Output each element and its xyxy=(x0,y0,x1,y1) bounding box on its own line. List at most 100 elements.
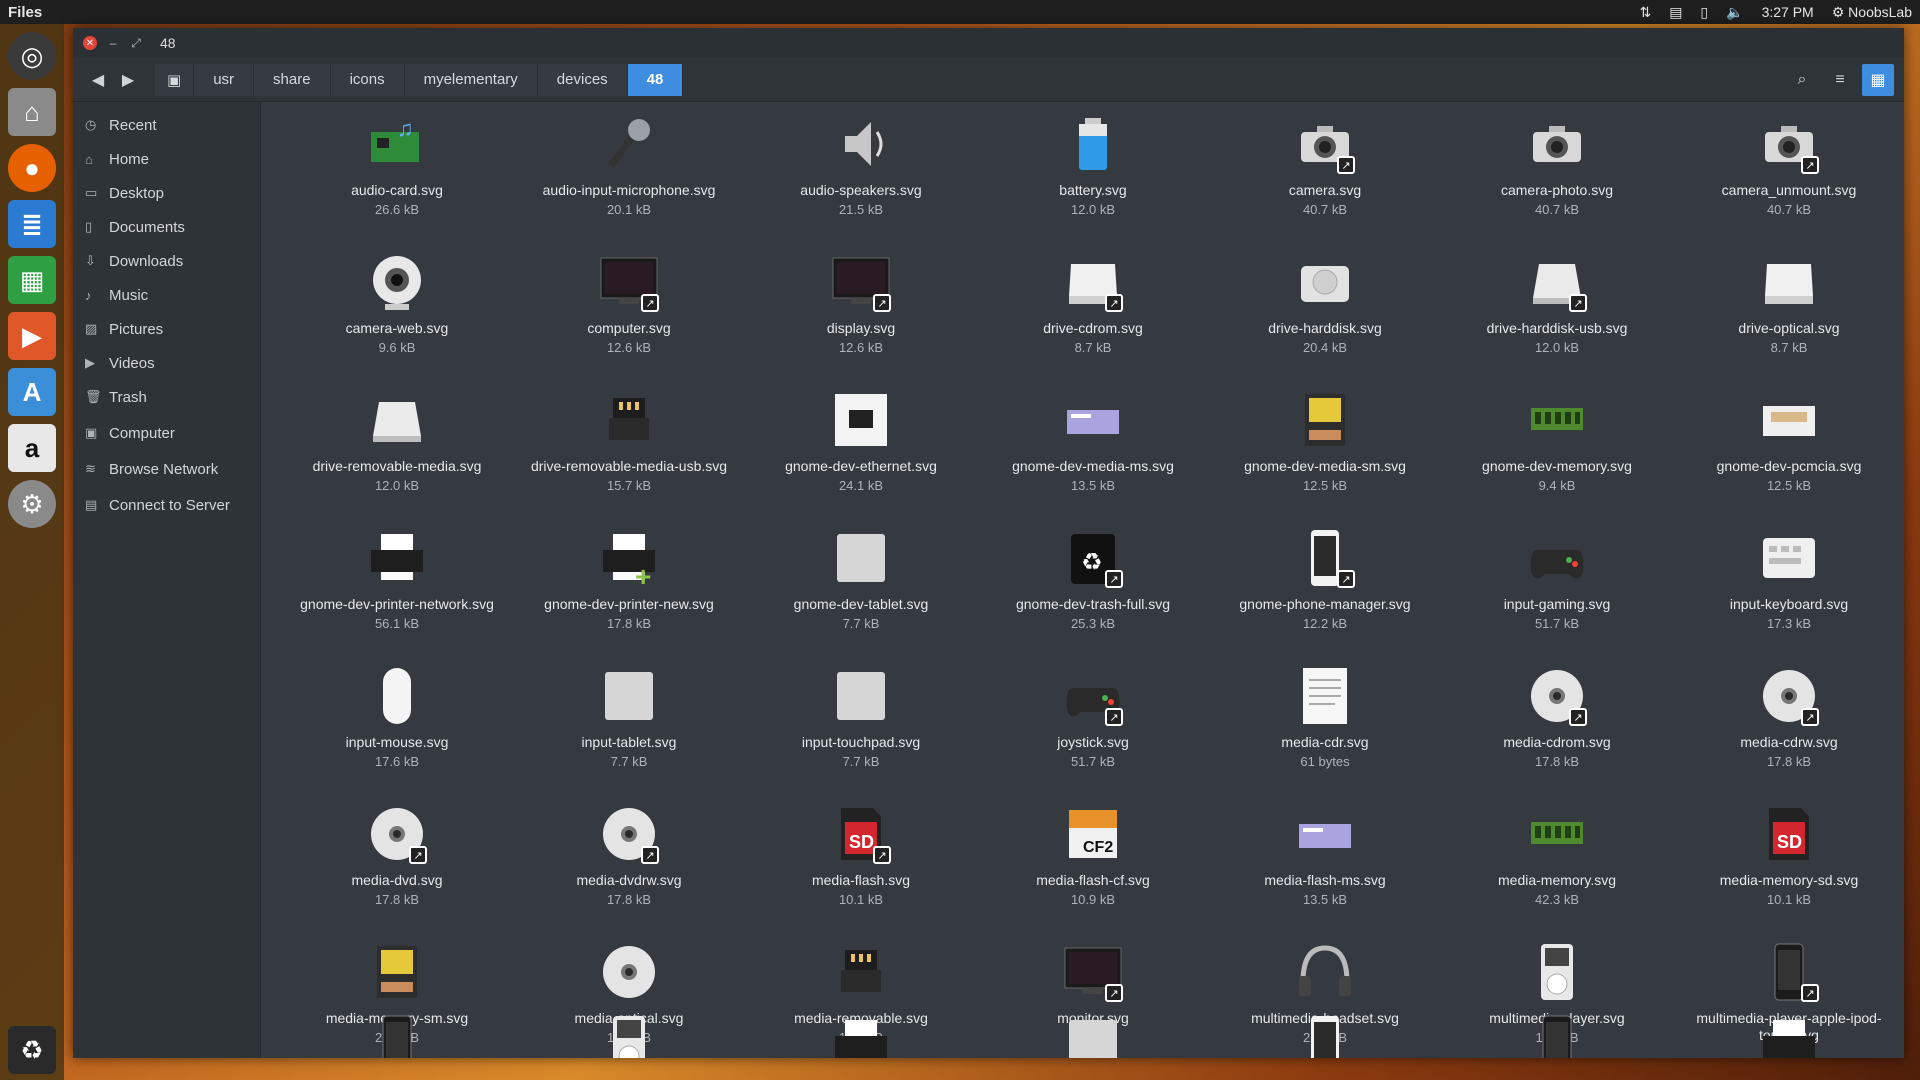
file-item[interactable]: gnome-dev-media-sm.svg 12.5 kB xyxy=(1209,388,1441,518)
file-item[interactable]: ↗ media-cdrom.svg 17.8 kB xyxy=(1441,664,1673,794)
settings-icon[interactable]: ⚙ xyxy=(8,480,56,528)
file-item[interactable]: gnome-dev-ethernet.svg 24.1 kB xyxy=(745,388,977,518)
disc-icon: ↗ xyxy=(597,802,661,866)
ubuntu-dash-icon[interactable]: ◎ xyxy=(8,32,56,80)
file-item[interactable]: SD media-memory-sd.svg 10.1 kB xyxy=(1673,802,1904,932)
file-item[interactable]: camera-photo.svg 40.7 kB xyxy=(1441,112,1673,242)
sidebar-item-computer[interactable]: ▣ Computer xyxy=(73,416,260,450)
file-item[interactable]: ↗ gnome-phone-manager.svg 12.2 kB xyxy=(1209,526,1441,656)
file-item[interactable]: CF2 media-flash-cf.svg 10.9 kB xyxy=(977,802,1209,932)
file-item[interactable]: gnome-dev-memory.svg 9.4 kB xyxy=(1441,388,1673,518)
file-item[interactable]: media-memory.svg 42.3 kB xyxy=(1441,802,1673,932)
file-item[interactable]: ↗ camera_unmount.svg 40.7 kB xyxy=(1673,112,1904,242)
sidebar-item-trash[interactable]: 🗑 Trash xyxy=(73,380,260,414)
file-item[interactable]: drive-optical.svg 8.7 kB xyxy=(1673,250,1904,380)
file-item[interactable]: ↗ media-dvdrw.svg 17.8 kB xyxy=(513,802,745,932)
tablet-icon[interactable] xyxy=(977,1014,1209,1058)
files-launcher-icon[interactable]: ⌂ xyxy=(8,88,56,136)
file-item[interactable]: audio-speakers.svg 21.5 kB xyxy=(745,112,977,242)
symlink-arrow-icon: ↗ xyxy=(873,294,891,312)
app-menu-title[interactable]: Files xyxy=(8,4,42,21)
ipod-touch-icon[interactable] xyxy=(1441,1014,1673,1058)
sidebar-item-desktop[interactable]: ▭ Desktop xyxy=(73,176,260,210)
icon-grid: ♫ audio-card.svg 26.6 kB audio-input-microp… xyxy=(281,112,1884,1058)
file-name: joystick.svg xyxy=(1057,734,1129,750)
sidebar-item-pictures[interactable]: ▨ Pictures xyxy=(73,312,260,346)
minimize-icon[interactable]: – xyxy=(106,36,120,50)
file-item[interactable]: gnome-dev-pcmcia.svg 12.5 kB xyxy=(1673,388,1904,518)
file-item[interactable]: battery.svg 12.0 kB xyxy=(977,112,1209,242)
file-item[interactable]: drive-removable-media.svg 12.0 kB xyxy=(281,388,513,518)
breadcrumb-icons[interactable]: icons xyxy=(330,63,405,96)
file-item[interactable]: gnome-dev-media-ms.svg 13.5 kB xyxy=(977,388,1209,518)
firefox-icon[interactable]: ● xyxy=(8,144,56,192)
breadcrumb-devices[interactable]: devices xyxy=(537,63,628,96)
file-item[interactable]: ♫ audio-card.svg 26.6 kB xyxy=(281,112,513,242)
network-icon[interactable]: ⇅ xyxy=(1639,4,1651,21)
trash-launcher-icon[interactable]: ♻ xyxy=(8,1026,56,1074)
file-item[interactable]: input-tablet.svg 7.7 kB xyxy=(513,664,745,794)
printer-icon[interactable] xyxy=(745,1014,977,1058)
clock[interactable]: 3:27 PM xyxy=(1762,4,1814,20)
file-item[interactable]: ♻ ↗ gnome-dev-trash-full.svg 25.3 kB xyxy=(977,526,1209,656)
file-item[interactable]: ↗ camera.svg 40.7 kB xyxy=(1209,112,1441,242)
volume-icon[interactable]: 🔈 xyxy=(1726,4,1743,21)
file-item[interactable]: input-mouse.svg 17.6 kB xyxy=(281,664,513,794)
breadcrumb-root[interactable]: ▣ xyxy=(155,63,195,96)
software-center-icon[interactable]: A xyxy=(8,368,56,416)
keyboard-indicator-icon[interactable]: ▤ xyxy=(1669,4,1682,21)
battery-indicator-icon[interactable]: ▯ xyxy=(1700,4,1708,21)
sidebar-item-downloads[interactable]: ⇩ Downloads xyxy=(73,244,260,278)
file-item[interactable]: ↗ display.svg 12.6 kB xyxy=(745,250,977,380)
sidebar-item-videos[interactable]: ▶ Videos xyxy=(73,346,260,380)
sidebar-item-browse-network[interactable]: ≋ Browse Network xyxy=(73,452,260,486)
gear-icon: ⚙ xyxy=(1831,3,1845,20)
breadcrumb-usr[interactable]: usr xyxy=(194,63,255,96)
file-item[interactable]: + gnome-dev-printer-new.svg 17.8 kB xyxy=(513,526,745,656)
sidebar-item-label: Connect to Server xyxy=(109,496,230,514)
calc-icon[interactable]: ▦ xyxy=(8,256,56,304)
breadcrumb-48[interactable]: 48 xyxy=(627,63,684,96)
breadcrumb-myelementary[interactable]: myelementary xyxy=(404,63,538,96)
phone-icon[interactable] xyxy=(1209,1014,1441,1058)
session-menu[interactable]: ⚙ NoobsLab xyxy=(1832,4,1912,21)
sidebar-item-recent[interactable]: ◷ Recent xyxy=(73,108,260,142)
file-size: 40.7 kB xyxy=(1302,202,1348,217)
close-icon[interactable]: ✕ xyxy=(83,36,97,50)
sidebar-item-connect-to-server[interactable]: ▤ Connect to Server xyxy=(73,488,260,522)
file-item[interactable]: ↗ media-cdrw.svg 17.8 kB xyxy=(1673,664,1904,794)
maximize-icon[interactable]: ⤢ xyxy=(129,36,143,50)
list-view-button[interactable]: ≡ xyxy=(1824,64,1856,96)
file-item[interactable]: gnome-dev-printer-network.svg 56.1 kB xyxy=(281,526,513,656)
search-button[interactable]: ⌕ xyxy=(1786,64,1818,96)
back-button[interactable]: ◀ xyxy=(83,65,113,95)
grid-view-button[interactable]: ▦ xyxy=(1862,63,1894,96)
ipod-touch-icon[interactable] xyxy=(281,1014,513,1058)
file-item[interactable]: ↗ media-dvd.svg 17.8 kB xyxy=(281,802,513,932)
impress-icon[interactable]: ▶ xyxy=(8,312,56,360)
file-item[interactable]: ↗ joystick.svg 51.7 kB xyxy=(977,664,1209,794)
writer-icon[interactable]: ≣ xyxy=(8,200,56,248)
ipod-icon[interactable] xyxy=(513,1014,745,1058)
sidebar-item-home[interactable]: ⌂ Home xyxy=(73,142,260,176)
file-item[interactable]: drive-harddisk.svg 20.4 kB xyxy=(1209,250,1441,380)
amazon-icon[interactable]: a xyxy=(8,424,56,472)
file-item[interactable]: SD ↗ media-flash.svg 10.1 kB xyxy=(745,802,977,932)
file-item[interactable]: camera-web.svg 9.6 kB xyxy=(281,250,513,380)
file-item[interactable]: gnome-dev-tablet.svg 7.7 kB xyxy=(745,526,977,656)
file-item[interactable]: audio-input-microphone.svg 20.1 kB xyxy=(513,112,745,242)
file-item[interactable]: media-cdr.svg 61 bytes xyxy=(1209,664,1441,794)
file-item[interactable]: ↗ drive-cdrom.svg 8.7 kB xyxy=(977,250,1209,380)
file-item[interactable]: input-gaming.svg 51.7 kB xyxy=(1441,526,1673,656)
printer-icon[interactable] xyxy=(1673,1014,1904,1058)
file-item[interactable]: input-keyboard.svg 17.3 kB xyxy=(1673,526,1904,656)
forward-button[interactable]: ▶ xyxy=(113,65,143,95)
breadcrumb-share[interactable]: share xyxy=(254,63,331,96)
file-item[interactable]: media-flash-ms.svg 13.5 kB xyxy=(1209,802,1441,932)
sidebar-item-documents[interactable]: ▯ Documents xyxy=(73,210,260,244)
file-item[interactable]: ↗ computer.svg 12.6 kB xyxy=(513,250,745,380)
file-item[interactable]: input-touchpad.svg 7.7 kB xyxy=(745,664,977,794)
file-item[interactable]: drive-removable-media-usb.svg 15.7 kB xyxy=(513,388,745,518)
file-item[interactable]: ↗ drive-harddisk-usb.svg 12.0 kB xyxy=(1441,250,1673,380)
sidebar-item-music[interactable]: ♪ Music xyxy=(73,278,260,312)
